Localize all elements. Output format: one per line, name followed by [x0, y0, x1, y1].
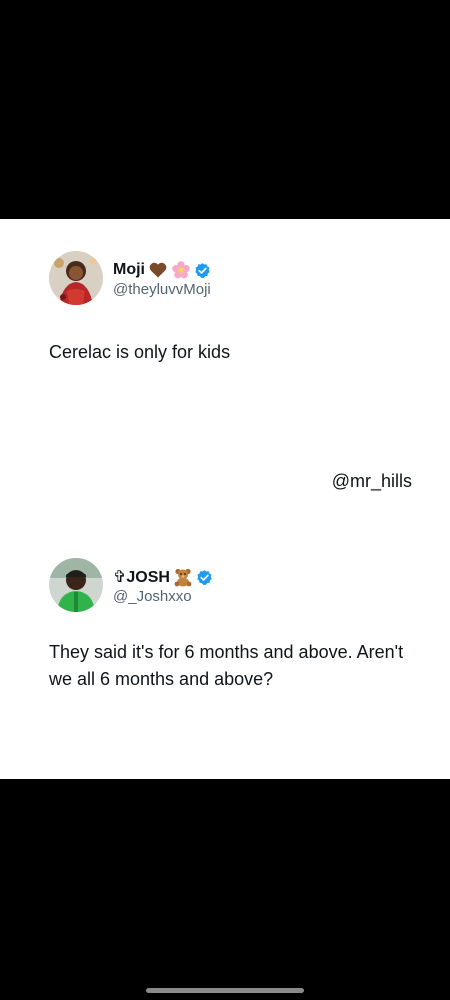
tweet-screenshot-card: Moji @theyluvvMoji Cerelac is only for k…	[0, 219, 450, 779]
home-indicator[interactable]	[146, 988, 304, 993]
teddy-bear-icon	[173, 567, 193, 587]
name-row: Moji	[113, 259, 211, 281]
avatar[interactable]	[49, 251, 103, 305]
display-name[interactable]: Moji	[113, 261, 145, 279]
tweet-text: They said it's for 6 months and above. A…	[49, 642, 404, 689]
brown-heart-icon	[148, 260, 168, 280]
user-handle[interactable]: @theyluvvMoji	[113, 281, 211, 298]
avatar[interactable]	[49, 558, 103, 612]
tweet-text: Cerelac is only for kids	[49, 342, 231, 362]
user-handle[interactable]: @_Joshxxo	[113, 588, 192, 605]
verified-badge-icon	[196, 569, 213, 586]
pink-flower-icon	[171, 260, 191, 280]
watermark-handle: @mr_hills	[331, 471, 412, 491]
screen: Moji @theyluvvMoji Cerelac is only for k…	[0, 0, 450, 1000]
verified-badge-icon	[194, 262, 211, 279]
display-name[interactable]: ✞JOSH	[113, 567, 170, 587]
name-row: ✞JOSH	[113, 566, 213, 588]
